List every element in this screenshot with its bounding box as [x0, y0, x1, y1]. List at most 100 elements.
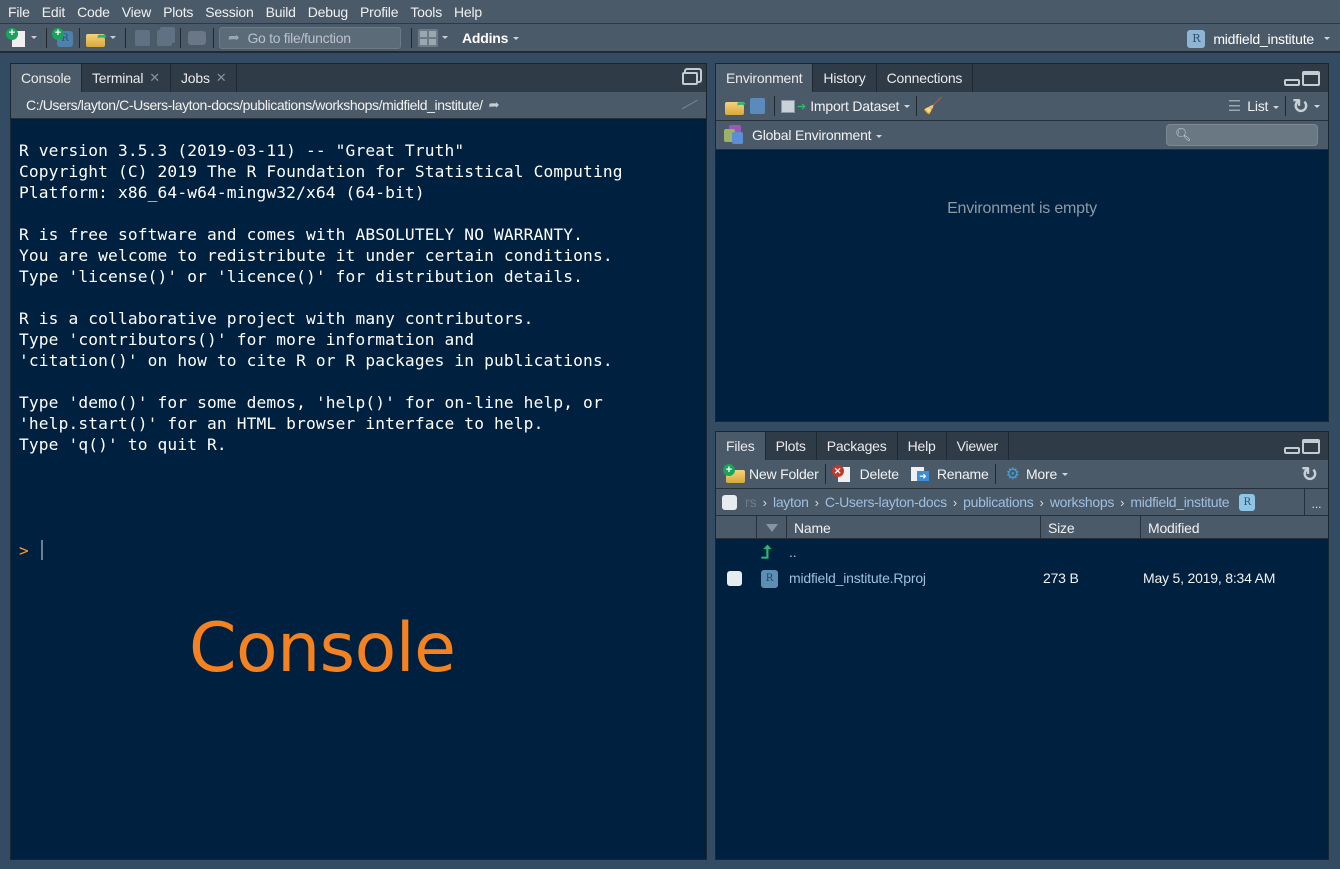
chevron-down-icon — [1273, 105, 1280, 109]
go-to-directory-icon[interactable]: ➦ — [489, 97, 500, 113]
more-button[interactable]: ⚙ More — [1006, 464, 1069, 484]
project-root-icon[interactable]: R — [1239, 493, 1256, 511]
file-name-link[interactable]: midfield_institute.Rproj — [789, 570, 1043, 586]
restore-pane-button[interactable] — [682, 72, 698, 85]
tab-plots[interactable]: Plots — [765, 432, 817, 460]
tab-help[interactable]: Help — [897, 432, 947, 460]
files-toolbar: + New Folder ✕ Delete ➜ Rename ⚙ More ↻ — [716, 460, 1328, 489]
menu-profile[interactable]: Profile — [354, 0, 404, 24]
r-project-icon: R — [1187, 29, 1206, 48]
new-file-dropdown-caret[interactable] — [31, 36, 37, 39]
go-to-directory-button[interactable]: ... — [1304, 489, 1328, 516]
console-annotation-label: Console — [189, 609, 456, 688]
minimize-pane-icon[interactable] — [1284, 447, 1300, 454]
refresh-options-caret[interactable] — [1314, 104, 1320, 108]
panes-dropdown-caret[interactable] — [442, 36, 448, 39]
addins-label: Addins — [462, 29, 509, 46]
load-workspace-button[interactable]: ➦ — [724, 96, 746, 116]
clear-workspace-broom-icon[interactable]: 🧹 — [923, 96, 943, 116]
minimize-pane-icon[interactable] — [1284, 79, 1300, 86]
breadcrumb-item[interactable]: C-Users-layton-docs — [825, 494, 947, 510]
go-to-placeholder: Go to file/function — [247, 29, 351, 46]
parent-directory-link[interactable]: .. — [789, 544, 797, 560]
toolbar-divider — [125, 27, 126, 48]
maximize-pane-icon[interactable] — [1302, 439, 1320, 454]
text-cursor — [40, 540, 43, 560]
import-dataset-button[interactable]: ➜ Import Dataset — [781, 98, 911, 114]
tab-label: Connections — [886, 70, 963, 86]
toolbar-divider — [774, 96, 775, 116]
menu-file[interactable]: File — [2, 0, 36, 24]
open-file-button[interactable]: ➦ — [85, 28, 107, 48]
sort-type-header[interactable] — [757, 516, 787, 539]
menu-plots[interactable]: Plots — [157, 0, 199, 24]
save-button[interactable] — [131, 28, 153, 48]
modified-column-header[interactable]: Modified — [1141, 516, 1328, 539]
menu-session[interactable]: Session — [199, 0, 259, 24]
go-to-file-function-input[interactable]: ➦ Go to file/function — [219, 26, 401, 49]
close-icon[interactable]: ✕ — [149, 70, 160, 86]
open-file-dropdown-caret[interactable] — [110, 36, 116, 39]
delete-button[interactable]: ✕ Delete — [831, 465, 899, 483]
console-input[interactable]: > — [19, 540, 43, 560]
environment-search-input[interactable]: 🔍︎ — [1166, 124, 1318, 146]
clear-console-broom-icon[interactable]: ⟋ — [680, 93, 700, 117]
breadcrumb-item[interactable]: publications — [963, 494, 1034, 510]
tab-label: History — [823, 70, 866, 86]
breadcrumb-item[interactable]: midfield_institute — [1130, 494, 1229, 510]
menu-build[interactable]: Build — [260, 0, 302, 24]
search-icon: 🔍︎ — [1175, 127, 1192, 142]
size-column-header[interactable]: Size — [1041, 516, 1141, 539]
breadcrumb-item[interactable]: layton — [773, 494, 809, 510]
restore-window-icon — [682, 72, 698, 85]
console-output: R version 3.5.3 (2019-03-11) -- "Great T… — [19, 141, 623, 454]
tab-connections[interactable]: Connections — [876, 64, 974, 92]
menu-help[interactable]: Help — [448, 0, 488, 24]
chevron-down-icon — [876, 134, 883, 138]
file-select-checkbox[interactable] — [727, 570, 742, 586]
tab-viewer[interactable]: Viewer — [946, 432, 1009, 460]
menu-edit[interactable]: Edit — [36, 0, 71, 24]
new-file-button[interactable]: + — [6, 27, 28, 48]
tab-packages[interactable]: Packages — [816, 432, 898, 460]
tab-label: Environment — [726, 70, 803, 86]
print-button[interactable] — [186, 28, 208, 48]
tab-jobs[interactable]: Jobs ✕ — [170, 64, 238, 92]
menu-tools[interactable]: Tools — [404, 0, 448, 24]
tab-label: Console — [21, 70, 71, 86]
prompt-symbol: > — [19, 540, 29, 560]
parent-directory-row[interactable]: ⮥ .. — [716, 539, 1328, 565]
files-pane: Files Plots Packages Help Viewer + New F… — [715, 431, 1329, 860]
new-project-button[interactable]: R + — [52, 27, 74, 48]
view-mode-dropdown[interactable]: List — [1247, 98, 1280, 114]
tab-files[interactable]: Files — [716, 432, 766, 460]
menu-debug[interactable]: Debug — [302, 0, 354, 24]
environment-scope-dropdown[interactable]: Global Environment — [752, 127, 883, 143]
environment-scope-label: Global Environment — [752, 127, 872, 143]
toolbar-divider — [1285, 96, 1287, 116]
save-workspace-button[interactable] — [746, 96, 768, 116]
tab-history[interactable]: History — [813, 64, 877, 92]
menu-view[interactable]: View — [116, 0, 157, 24]
tab-console[interactable]: Console — [11, 64, 82, 92]
breadcrumb-item[interactable]: workshops — [1050, 494, 1115, 510]
refresh-icon[interactable]: ↻ — [1301, 462, 1318, 487]
name-column-header[interactable]: Name — [787, 516, 1041, 539]
toolbar-divider — [79, 27, 80, 48]
maximize-pane-icon[interactable] — [1302, 71, 1320, 86]
project-menu[interactable]: R midfield_institute — [1187, 24, 1330, 53]
select-all-checkbox[interactable] — [722, 494, 737, 510]
breadcrumb-separator: › — [1120, 494, 1125, 510]
tab-terminal[interactable]: Terminal ✕ — [81, 64, 171, 92]
rename-button[interactable]: ➜ Rename — [910, 465, 989, 483]
addins-menu[interactable]: Addins — [462, 29, 520, 46]
new-folder-button[interactable]: + New Folder — [723, 464, 819, 484]
close-icon[interactable]: ✕ — [216, 70, 227, 86]
refresh-icon[interactable]: ↻ — [1292, 94, 1309, 119]
chevron-down-icon — [1324, 37, 1330, 40]
workspace-panes-button[interactable] — [417, 28, 439, 48]
save-all-button[interactable] — [153, 28, 175, 48]
menu-code[interactable]: Code — [71, 0, 116, 24]
toolbar-divider — [180, 27, 181, 48]
tab-environment[interactable]: Environment — [716, 64, 814, 92]
